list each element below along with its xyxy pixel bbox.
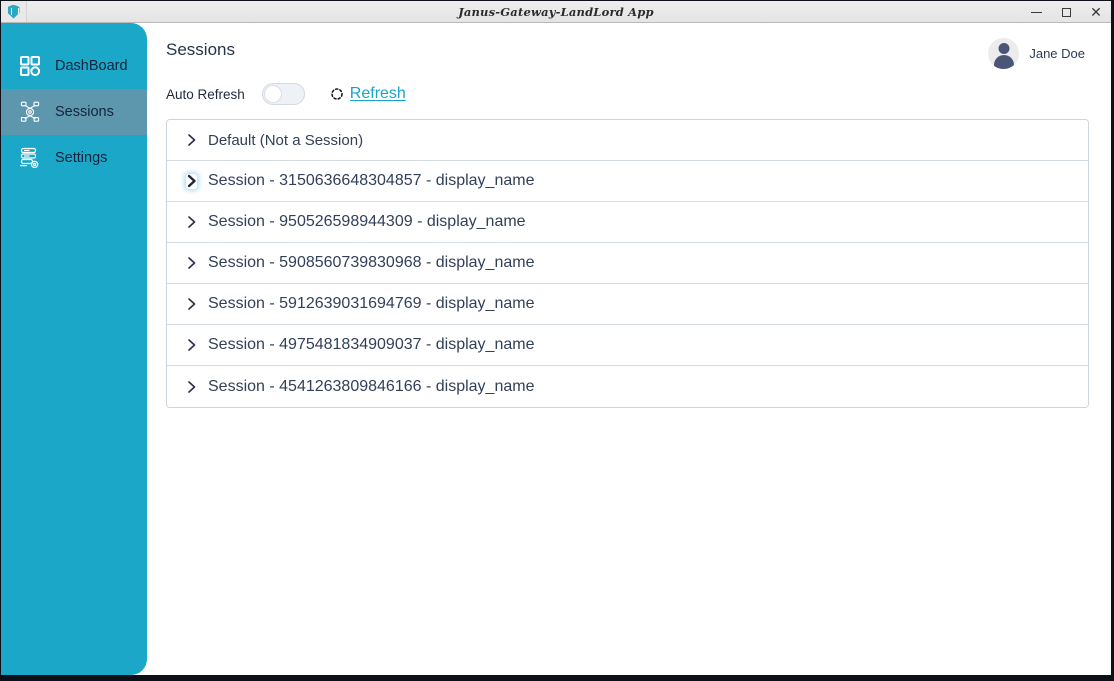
main-content: Sessions Jane Doe Auto Refresh Refresh D… [147,23,1111,675]
refresh-button[interactable]: Refresh [330,85,406,103]
session-row[interactable]: Session - 5908560739830968 - display_nam… [167,243,1088,284]
auto-refresh-label: Auto Refresh [166,86,245,102]
chevron-right-icon [186,215,197,230]
session-row-label: Default (Not a Session) [208,131,364,149]
session-row[interactable]: Session - 950526598944309 - display_name [167,202,1088,243]
chevron-right-icon [186,133,197,148]
session-list: Default (Not a Session) Session - 315063… [166,119,1089,408]
title-bar: Janus-Gateway-LandLord App ✕ [1,1,1111,23]
content-header: Sessions Jane Doe [166,38,1089,69]
session-row-label: Session - 4975481834909037 - display_nam… [208,336,535,353]
toggle-knob [263,85,282,103]
minimize-icon[interactable] [1021,1,1051,23]
user-avatar-icon [988,38,1020,69]
maximize-icon[interactable] [1051,1,1081,23]
session-row-label: Session - 950526598944309 - display_name [208,213,526,230]
session-row[interactable]: Session - 3150636648304857 - display_nam… [167,161,1088,202]
user-name: Jane Doe [1029,46,1085,61]
sidebar-item-label: Sessions [55,104,114,120]
close-icon[interactable]: ✕ [1081,1,1111,23]
network-sessions-icon [17,99,43,125]
session-row-label: Session - 5912639031694769 - display_nam… [208,295,535,312]
sidebar-item-settings[interactable]: Settings [1,135,147,181]
server-gear-icon [17,145,43,171]
sidebar-item-label: Settings [55,150,108,166]
session-row-label: Session - 4541263809846166 - display_nam… [208,377,535,395]
chevron-right-icon [186,338,197,353]
app-logo-shield-icon [1,1,27,22]
window-title: Janus-Gateway-LandLord App [458,4,654,19]
sidebar: DashBoard Sessions Settings [1,23,147,675]
application-window: Janus-Gateway-LandLord App ✕ DashBoard S… [0,0,1114,681]
chevron-right-icon [186,256,197,271]
chevron-right-icon [186,379,197,394]
session-row[interactable]: Session - 5912639031694769 - display_nam… [167,284,1088,325]
window-controls: ✕ [1021,1,1111,23]
session-row[interactable]: Session - 4541263809846166 - display_nam… [167,366,1088,407]
auto-refresh-toggle[interactable] [261,83,305,105]
session-row-label: Session - 3150636648304857 - display_nam… [208,172,535,189]
user-profile[interactable]: Jane Doe [988,38,1085,69]
session-row[interactable]: Session - 4975481834909037 - display_nam… [167,325,1088,366]
session-row-label: Session - 5908560739830968 - display_nam… [208,254,535,271]
sidebar-item-label: DashBoard [55,58,128,74]
toolbar: Auto Refresh Refresh [166,83,1089,105]
window-body: DashBoard Sessions Settings Sessions Jan… [1,23,1111,675]
sidebar-item-sessions[interactable]: Sessions [1,89,147,135]
chevron-right-icon [186,297,197,312]
refresh-spinner-icon [330,87,344,101]
refresh-label: Refresh [349,85,406,102]
sidebar-item-dashboard[interactable]: DashBoard [1,43,147,89]
chevron-right-icon [186,174,197,189]
page-title: Sessions [166,40,235,59]
dashboard-grid-icon [17,53,43,79]
session-row[interactable]: Default (Not a Session) [167,120,1088,161]
